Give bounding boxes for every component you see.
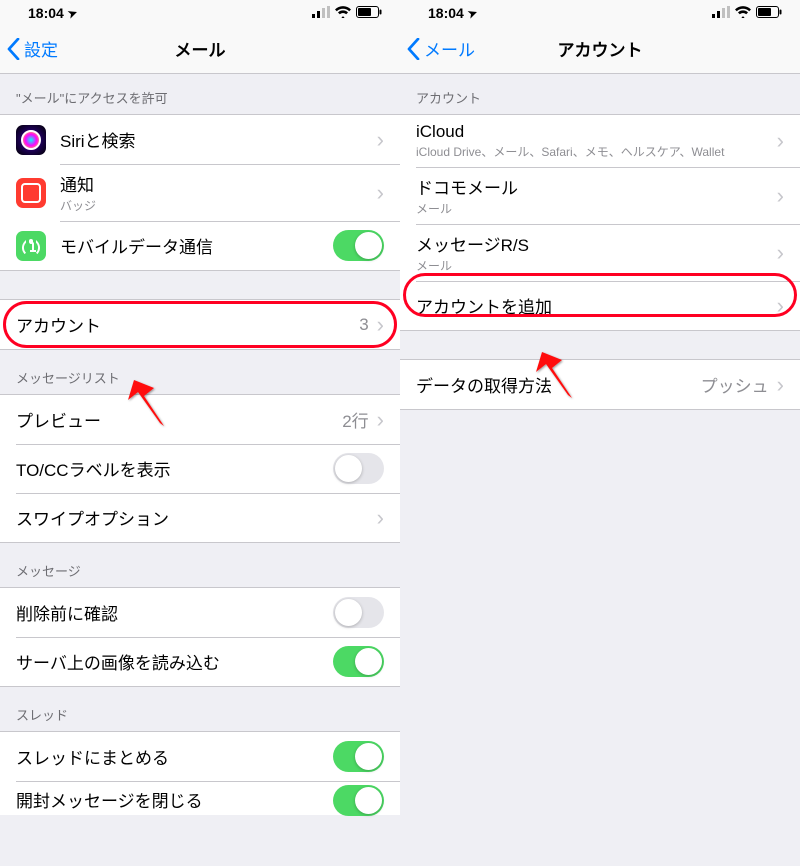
chevron-right-icon: ›	[377, 180, 384, 206]
battery-icon	[356, 5, 382, 21]
accounts-row[interactable]: アカウント 3 ›	[0, 300, 400, 349]
cellular-row[interactable]: モバイルデータ通信	[0, 221, 400, 270]
location-icon: ➤	[466, 5, 479, 20]
chevron-right-icon: ›	[777, 372, 784, 398]
status-time: 18:04	[28, 5, 64, 21]
chevron-right-icon: ›	[377, 407, 384, 433]
notifications-sub: バッジ	[60, 197, 377, 214]
page-title: メール	[175, 36, 226, 61]
confirm-delete-label: 削除前に確認	[16, 600, 333, 625]
notifications-row[interactable]: 通知 バッジ ›	[0, 164, 400, 221]
close-read-row[interactable]: 開封メッセージを閉じる	[0, 781, 400, 815]
nav-bar: 設定 メール	[0, 24, 400, 74]
back-button[interactable]: メール	[400, 36, 475, 61]
wifi-icon	[335, 5, 351, 21]
status-bar: 18:04 ➤	[400, 0, 800, 24]
fetch-label: データの取得方法	[416, 372, 701, 397]
cellular-icon	[16, 231, 46, 261]
chevron-right-icon: ›	[777, 183, 784, 209]
chevron-right-icon: ›	[777, 128, 784, 154]
signal-icon	[312, 5, 330, 21]
section-msglist-header: メッセージリスト	[0, 350, 400, 394]
thread-group-label: スレッドにまとめる	[16, 744, 333, 769]
accounts-label: アカウント	[16, 312, 359, 337]
close-read-label: 開封メッセージを閉じる	[16, 787, 333, 812]
load-remote-row[interactable]: サーバ上の画像を読み込む	[0, 637, 400, 686]
fetch-value: プッシュ	[701, 372, 769, 397]
siri-row[interactable]: Siriと検索 ›	[0, 115, 400, 164]
chevron-right-icon: ›	[377, 505, 384, 531]
close-read-switch[interactable]	[333, 785, 384, 816]
notifications-icon	[16, 178, 46, 208]
confirm-delete-switch[interactable]	[333, 597, 384, 628]
chevron-right-icon: ›	[777, 293, 784, 319]
back-button[interactable]: 設定	[0, 36, 58, 61]
status-bar: 18:04 ➤	[0, 0, 400, 24]
preview-label: プレビュー	[16, 407, 342, 432]
account-sub: iCloud Drive、メール、Safari、メモ、ヘルスケア、Wallet	[416, 143, 726, 160]
cellular-switch[interactable]	[333, 230, 384, 261]
load-remote-switch[interactable]	[333, 646, 384, 677]
location-icon: ➤	[66, 5, 79, 20]
account-row[interactable]: ドコモメール メール ›	[400, 167, 800, 224]
section-accounts-header: アカウント	[400, 74, 800, 114]
account-title: iCloud	[416, 122, 777, 142]
swipe-row[interactable]: スワイプオプション ›	[0, 493, 400, 542]
notifications-label: 通知	[60, 171, 377, 196]
tocc-label: TO/CCラベルを表示	[16, 456, 333, 481]
account-row[interactable]: メッセージR/S メール ›	[400, 224, 800, 281]
account-sub: メール	[416, 257, 777, 274]
chevron-left-icon	[407, 38, 420, 60]
chevron-right-icon: ›	[777, 240, 784, 266]
account-sub: メール	[416, 200, 777, 217]
siri-icon	[16, 125, 46, 155]
account-row[interactable]: iCloud iCloud Drive、メール、Safari、メモ、ヘルスケア、…	[400, 115, 800, 167]
tocc-row[interactable]: TO/CCラベルを表示	[0, 444, 400, 493]
cellular-label: モバイルデータ通信	[60, 233, 333, 258]
back-label: メール	[424, 36, 475, 61]
tocc-switch[interactable]	[333, 453, 384, 484]
siri-label: Siriと検索	[60, 127, 377, 152]
preview-row[interactable]: プレビュー 2行 ›	[0, 395, 400, 444]
account-title: ドコモメール	[416, 174, 777, 199]
chevron-right-icon: ›	[377, 127, 384, 153]
thread-group-switch[interactable]	[333, 741, 384, 772]
back-label: 設定	[24, 36, 58, 61]
nav-bar: メール アカウント	[400, 24, 800, 74]
swipe-label: スワイプオプション	[16, 505, 377, 530]
add-account-label: アカウントを追加	[416, 293, 777, 318]
status-time: 18:04	[428, 5, 464, 21]
chevron-right-icon: ›	[377, 312, 384, 338]
section-thread-header: スレッド	[0, 687, 400, 731]
preview-value: 2行	[342, 407, 368, 432]
section-access-header: "メール"にアクセスを許可	[0, 74, 400, 114]
confirm-delete-row[interactable]: 削除前に確認	[0, 588, 400, 637]
add-account-row[interactable]: アカウントを追加 ›	[400, 281, 800, 330]
accounts-count: 3	[359, 315, 368, 335]
chevron-left-icon	[7, 38, 20, 60]
account-title: メッセージR/S	[416, 231, 777, 256]
battery-icon	[756, 5, 782, 21]
left-screen: 18:04 ➤ 設定 メール "メール"にアクセスを許可 Siriと検索 ›	[0, 0, 400, 866]
signal-icon	[712, 5, 730, 21]
thread-group-row[interactable]: スレッドにまとめる	[0, 732, 400, 781]
wifi-icon	[735, 5, 751, 21]
right-screen: 18:04 ➤ メール アカウント アカウント iCloud iCloud D	[400, 0, 800, 866]
load-remote-label: サーバ上の画像を読み込む	[16, 649, 333, 674]
fetch-row[interactable]: データの取得方法 プッシュ ›	[400, 360, 800, 409]
section-message-header: メッセージ	[0, 543, 400, 587]
page-title: アカウント	[558, 36, 643, 61]
